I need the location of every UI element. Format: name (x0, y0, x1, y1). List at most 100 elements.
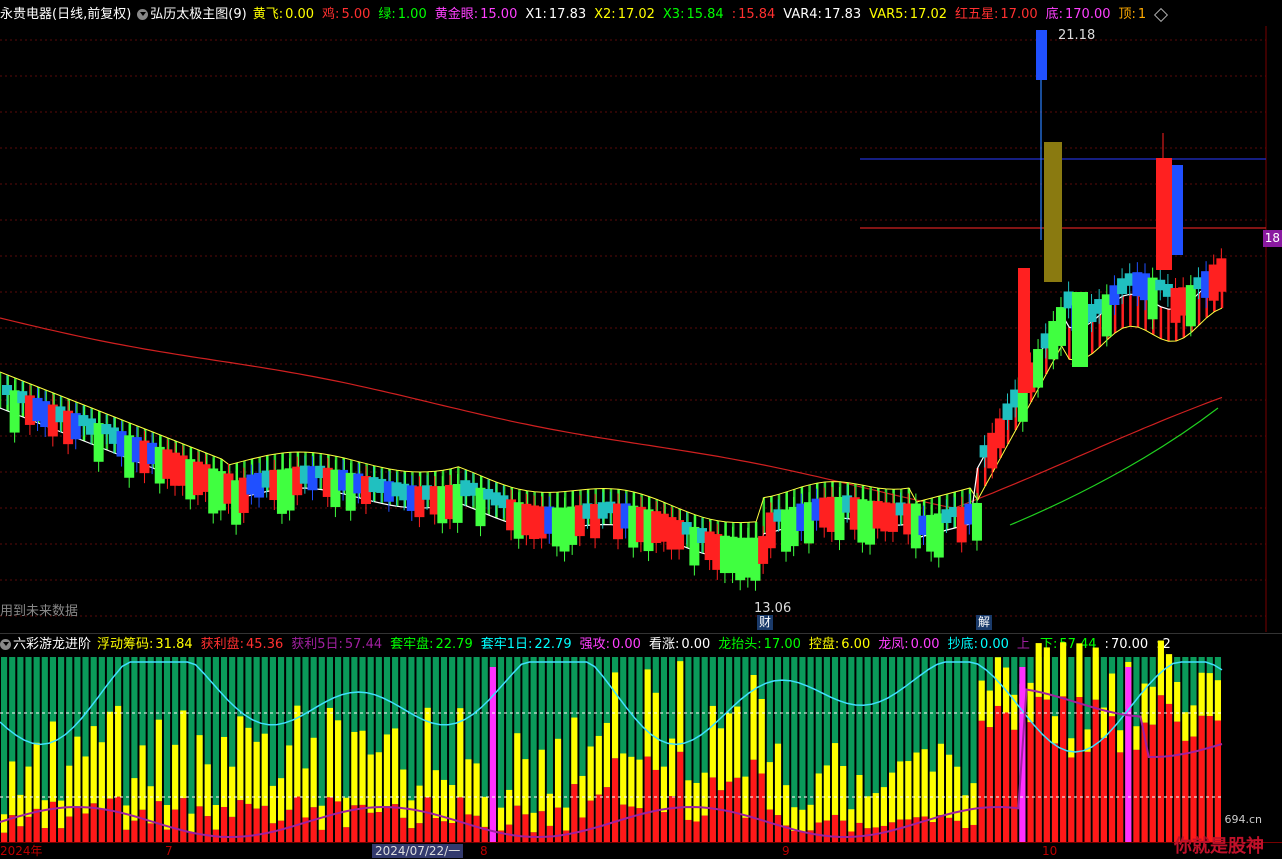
stack-bar-red (783, 825, 790, 842)
stack-bar-red (774, 815, 782, 842)
stack-bar-green (326, 657, 334, 842)
stack-bar-red (660, 812, 668, 842)
stack-bar-yellow (351, 731, 358, 806)
sub-indicator-value: 0.00 (979, 637, 1009, 652)
stack-bar-yellow (840, 765, 847, 821)
sub-study-title[interactable]: 六彩游龙进阶 (0, 634, 91, 656)
stack-bar-yellow (106, 711, 114, 799)
stack-bar-red (359, 804, 366, 842)
main-candlestick-chart[interactable] (0, 0, 1282, 632)
stack-bar-green (1165, 657, 1173, 842)
tag-jie[interactable]: 解 (976, 615, 993, 630)
stack-bar-green (595, 657, 602, 842)
stack-bar-red (1011, 729, 1018, 842)
sub-indicator-value: 0.00 (611, 637, 641, 652)
stack-bar-yellow (506, 789, 513, 825)
stack-bar-red (750, 759, 757, 842)
stack-bar-yellow (750, 674, 757, 760)
stack-bar-yellow (139, 745, 146, 810)
stack-bar-red (1076, 697, 1083, 842)
stack-bar-yellow (66, 765, 73, 817)
stack-bar-yellow (1174, 681, 1181, 722)
sub-indicator-item: 龙抬头: 17.00 (718, 634, 801, 656)
stack-bar-green (636, 657, 643, 842)
stack-bar-green (261, 657, 268, 842)
stack-bar-green (1141, 657, 1148, 842)
stack-bar-green (416, 657, 423, 842)
current-price-tag: 18 (1262, 230, 1282, 247)
stack-bar-green (229, 657, 236, 842)
stack-bar-green (685, 657, 692, 842)
stack-bar-yellow (978, 680, 985, 721)
stack-bar-yellow (726, 713, 733, 782)
stack-bar-yellow (823, 765, 830, 821)
stack-bar-yellow (440, 779, 448, 822)
stack-bar-yellow (603, 722, 610, 788)
candle-body (1018, 268, 1030, 393)
stack-bar-yellow (481, 796, 488, 827)
stack-bar-green (33, 657, 40, 842)
candle-body (1172, 165, 1183, 255)
stack-bar-green (563, 657, 570, 842)
stack-bar-yellow (994, 657, 1002, 706)
stack-bar-yellow (465, 759, 472, 815)
stack-bar-red (66, 816, 73, 842)
stack-bar-yellow (49, 721, 57, 802)
stack-bar-yellow (432, 770, 439, 819)
candle-body (1156, 158, 1172, 270)
stack-bar-green (473, 657, 480, 842)
stack-bar-red (432, 818, 439, 842)
stack-bar-red (1060, 696, 1067, 842)
stack-bar-red (277, 820, 285, 842)
sub-indicator-item: 获利5日: 57.44 (291, 634, 382, 656)
stack-bar-green (286, 657, 293, 842)
stack-bar-red (237, 800, 244, 842)
stack-bar-red (123, 829, 130, 842)
sub-indicator-item: 看涨: 0.00 (649, 634, 710, 656)
stack-bar-green (1035, 657, 1042, 842)
stack-bar-red (457, 797, 464, 842)
stack-bar-red (587, 800, 594, 842)
stack-bar-red (1206, 716, 1213, 842)
stack-bar-green (1003, 657, 1010, 842)
stack-bar-yellow (229, 766, 236, 817)
date-label-7: 7 (165, 844, 173, 858)
stack-bar-red (620, 804, 627, 842)
sub-indicator-label: 控盘: (808, 637, 840, 652)
stack-bar-yellow (709, 705, 716, 778)
stack-bar-red (408, 828, 415, 842)
stack-bar-yellow (612, 672, 619, 759)
stack-bar-green (90, 657, 97, 842)
watermark: 你就是股神 (1174, 836, 1264, 857)
sub-cyan-line (0, 661, 1223, 753)
stack-bar-green (66, 657, 73, 842)
stack-bar-green (644, 657, 651, 842)
stack-bar-red (155, 801, 162, 842)
stack-bar-yellow (554, 738, 562, 808)
stack-bar-yellow (90, 726, 97, 804)
stack-bar-yellow (286, 745, 293, 810)
stack-bar-green (359, 657, 366, 842)
stack-bar-green (277, 657, 285, 842)
sub-indicator-value: 70.00 (1110, 637, 1149, 652)
stack-bar-red (693, 821, 700, 842)
stack-bar-green (1157, 657, 1164, 842)
stack-bar-red (163, 829, 171, 842)
stack-bar-yellow (522, 759, 529, 815)
candle-body (1216, 258, 1227, 292)
stack-bar-red (612, 758, 619, 842)
stack-bar-red (310, 807, 317, 842)
stack-bar-yellow (530, 812, 537, 833)
stack-bar-green (74, 657, 81, 842)
stack-bar-yellow (1190, 705, 1197, 737)
stack-bar-red (636, 808, 643, 842)
sub-indicator-value: 57.44 (344, 637, 383, 652)
stack-bar-red (1149, 724, 1156, 842)
stack-bar-green (994, 657, 1002, 842)
stack-bar-yellow (1, 814, 8, 833)
stack-bar-green (888, 657, 896, 842)
dropdown-icon[interactable] (0, 639, 11, 650)
tag-cai[interactable]: 财 (757, 615, 774, 630)
stack-bar-green (465, 657, 472, 842)
stack-bar-yellow (74, 736, 81, 807)
